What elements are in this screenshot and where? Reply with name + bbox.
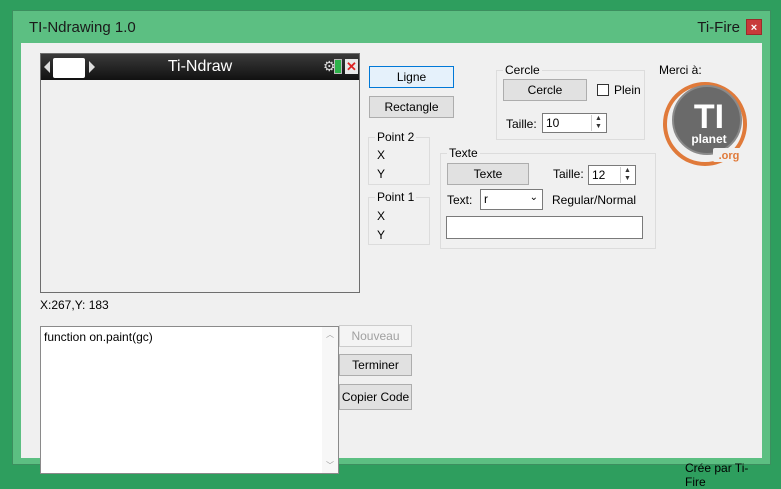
terminer-button[interactable]: Terminer: [339, 354, 412, 376]
spin-up-icon[interactable]: ▲: [621, 167, 634, 175]
spin-down-icon[interactable]: ▼: [592, 123, 605, 131]
point2-x-label: X: [377, 148, 386, 162]
window-title: TI-Ndrawing 1.0: [29, 19, 136, 36]
ti-planet-logo: TI planet .org: [661, 80, 749, 168]
texte-group: Texte Texte Taille: 12 ▲ ▼ Text: r ⌄ Regu…: [440, 146, 656, 249]
font-style-label: Regular/Normal: [552, 193, 637, 207]
font-select-value: r: [484, 192, 488, 206]
code-text: function on.paint(gc): [44, 330, 153, 344]
logo-ti-text: TI: [694, 98, 724, 136]
drawing-canvas[interactable]: Ti-Ndraw ⚙ ✕: [40, 53, 360, 293]
calc-close-icon: ✕: [345, 59, 358, 74]
rectangle-button[interactable]: Rectangle: [369, 96, 454, 118]
scroll-up-icon[interactable]: ︿: [326, 329, 334, 340]
spin-up-icon[interactable]: ▲: [592, 115, 605, 123]
code-scrollbar[interactable]: ︿ ﹀: [322, 327, 338, 473]
texte-taille-spinner[interactable]: ▲ ▼: [620, 167, 634, 183]
client-area: Ti-Ndraw ⚙ ✕ X:267,Y: 183 function on.pa…: [21, 43, 762, 489]
logo-org-text: .org: [719, 150, 740, 162]
calc-title: Ti-Ndraw: [167, 58, 233, 75]
cercle-group: Cercle Cercle Plein Taille: 10 ▲ ▼: [496, 63, 645, 140]
spin-down-icon[interactable]: ▼: [621, 175, 634, 183]
ti-planet-logo-icon: TI planet .org: [663, 82, 747, 166]
app-window: TI-Ndrawing 1.0 Ti-Fire × Ti-Ndraw ⚙ ✕ X…: [12, 10, 771, 489]
point2-y-label: Y: [377, 167, 386, 181]
point2-group: Point 2 X Y: [368, 130, 430, 185]
texte-taille-label: Taille:: [553, 167, 584, 181]
texte-title: Texte: [447, 146, 480, 160]
texte-taille-input[interactable]: 12 ▲ ▼: [588, 165, 636, 185]
texte-taille-value: 12: [592, 168, 606, 182]
point2-title: Point 2: [375, 130, 417, 144]
nouveau-button[interactable]: Nouveau: [339, 325, 412, 347]
code-textarea[interactable]: function on.paint(gc) ︿ ﹀: [40, 326, 339, 474]
point1-group: Point 1 X Y: [368, 190, 430, 245]
title-bar[interactable]: TI-Ndrawing 1.0 Ti-Fire ×: [13, 11, 770, 43]
ligne-button[interactable]: Ligne: [369, 66, 454, 88]
cercle-taille-label: Taille:: [506, 117, 537, 131]
battery-icon: [334, 59, 342, 74]
texte-input[interactable]: [446, 216, 643, 239]
logo-planet-text: planet: [691, 132, 726, 146]
merci-label: Merci à:: [659, 63, 702, 77]
cercle-taille-value: 10: [546, 116, 560, 130]
point1-title: Point 1: [375, 190, 417, 204]
coords-label: X:267,Y: 183: [40, 298, 109, 312]
font-select[interactable]: r ⌄: [480, 189, 543, 210]
point1-x-label: X: [377, 209, 386, 223]
point1-y-label: Y: [377, 228, 386, 242]
text-label: Text:: [447, 193, 473, 207]
cercle-title: Cercle: [503, 63, 542, 77]
close-icon: ×: [750, 22, 758, 34]
copier-code-button[interactable]: Copier Code: [339, 384, 412, 410]
cercle-taille-input[interactable]: 10 ▲ ▼: [542, 113, 607, 133]
calc-header: Ti-Ndraw ⚙ ✕: [41, 54, 359, 80]
plein-checkbox[interactable]: [597, 84, 609, 96]
window-close-button[interactable]: ×: [746, 19, 762, 35]
scroll-down-icon[interactable]: ﹀: [326, 460, 334, 471]
cercle-button[interactable]: Cercle: [503, 79, 587, 101]
window-author: Ti-Fire: [697, 19, 740, 36]
chevron-down-icon: ⌄: [529, 192, 538, 203]
texte-button[interactable]: Texte: [447, 163, 529, 185]
plein-label: Plein: [614, 83, 641, 97]
cercle-taille-spinner[interactable]: ▲ ▼: [591, 115, 605, 131]
